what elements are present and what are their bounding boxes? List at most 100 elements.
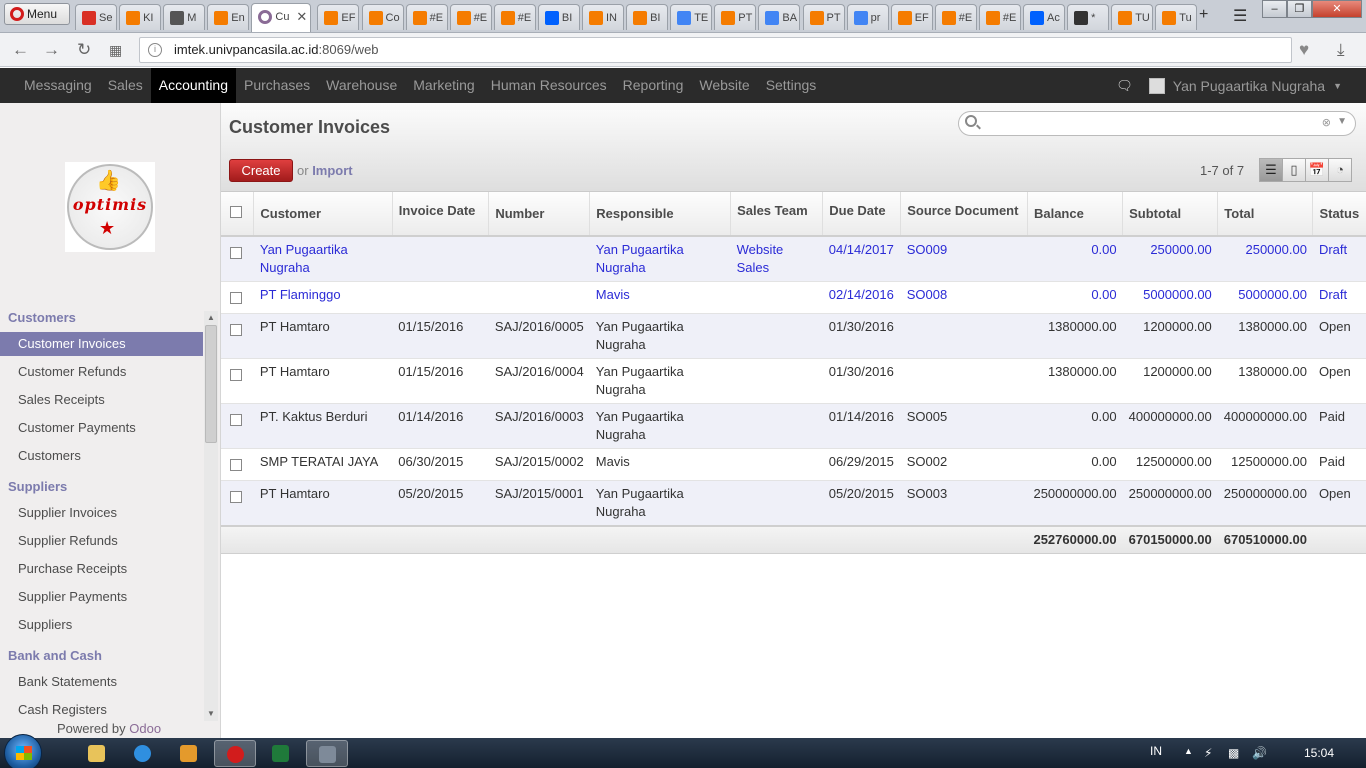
topnav-item-settings[interactable]: Settings	[758, 68, 825, 103]
row-checkbox[interactable]	[230, 292, 242, 304]
browser-tab[interactable]: #E	[934, 4, 977, 30]
tab-menu-icon[interactable]: ☰	[1233, 6, 1247, 26]
topnav-item-accounting[interactable]: Accounting	[150, 68, 237, 103]
browser-tab[interactable]: PT	[714, 4, 757, 30]
col-status[interactable]: Status	[1312, 192, 1366, 237]
browser-tab[interactable]: pr	[846, 4, 889, 30]
search-options-icon[interactable]: ▼	[1337, 116, 1347, 127]
browser-tab[interactable]: #E	[449, 4, 492, 30]
calendar-view-icon[interactable]: 📅	[1305, 158, 1329, 182]
col-number[interactable]: Number	[488, 192, 591, 237]
graph-view-icon[interactable]: ◔	[1328, 158, 1352, 182]
back-icon[interactable]: ←	[12, 40, 29, 60]
tray-expand-icon[interactable]: ▲	[1184, 746, 1193, 756]
select-all-checkbox[interactable]	[230, 206, 242, 218]
browser-tab[interactable]: BI	[626, 4, 669, 30]
table-row[interactable]: PT Hamtaro 05/20/2015 SAJ/2015/0001 Yan Pug…	[221, 480, 1366, 526]
app-task[interactable]	[306, 740, 348, 767]
col-sales-team[interactable]: Sales Team	[730, 192, 824, 237]
col-customer[interactable]: Customer	[253, 192, 393, 237]
browser-tab[interactable]: Co	[361, 4, 404, 30]
col-subtotal[interactable]: Subtotal	[1122, 192, 1219, 237]
table-row[interactable]: Yan Pugaartika Nugraha Yan Pugaartika Nug…	[221, 236, 1366, 282]
clear-search-icon[interactable]: ⊗	[1322, 116, 1331, 129]
pager-value[interactable]: 1-7 of 7	[1200, 163, 1244, 178]
row-checkbox[interactable]	[230, 414, 242, 426]
browser-tab[interactable]: KI	[119, 4, 162, 30]
search-input[interactable]	[983, 114, 1323, 133]
new-tab-icon[interactable]: +	[1199, 6, 1208, 24]
media-player-task[interactable]	[168, 740, 210, 767]
col-due-date[interactable]: Due Date	[822, 192, 902, 237]
odoo-link[interactable]: Odoo	[129, 721, 161, 736]
clock[interactable]: 15:04	[1304, 746, 1334, 760]
excel-task[interactable]	[260, 740, 302, 767]
reload-icon[interactable]: ↻	[77, 40, 91, 60]
language-indicator[interactable]: IN	[1150, 744, 1162, 758]
row-checkbox[interactable]	[230, 491, 242, 503]
browser-tab[interactable]: PT	[802, 4, 845, 30]
speed-dial-icon[interactable]: ▦	[109, 42, 122, 59]
ie-task[interactable]	[122, 740, 164, 767]
sidebar-item-supplier-invoices[interactable]: Supplier Invoices	[0, 501, 203, 525]
sidebar-item-customer-payments[interactable]: Customer Payments	[0, 416, 203, 440]
browser-tab[interactable]: #E	[405, 4, 448, 30]
power-icon[interactable]: ⚡	[1204, 746, 1212, 760]
browser-tab[interactable]: BA	[758, 4, 801, 30]
network-icon[interactable]: ▩	[1228, 746, 1239, 760]
browser-tab[interactable]: BI	[537, 4, 580, 30]
chat-icon[interactable]: 🗨	[1116, 78, 1133, 94]
sidebar-item-customer-refunds[interactable]: Customer Refunds	[0, 360, 203, 384]
sidebar-item-cash-registers[interactable]: Cash Registers	[0, 698, 203, 722]
col-balance[interactable]: Balance	[1027, 192, 1124, 237]
topnav-item-human-resources[interactable]: Human Resources	[483, 68, 615, 103]
browser-tab[interactable]: Se	[75, 4, 117, 30]
forward-icon[interactable]: →	[43, 40, 60, 60]
browser-tab[interactable]: #E	[978, 4, 1021, 30]
browser-tab[interactable]: TE	[670, 4, 713, 30]
table-row[interactable]: SMP TERATAI JAYA 06/30/2015 SAJ/2015/0002 M…	[221, 448, 1366, 481]
browser-tab[interactable]: IN	[582, 4, 624, 30]
create-button[interactable]: Create	[229, 159, 293, 182]
col-total[interactable]: Total	[1217, 192, 1314, 237]
browser-tab[interactable]: Ac	[1023, 4, 1065, 30]
maximize-button[interactable]: ❐	[1287, 0, 1312, 18]
explorer-task[interactable]	[76, 740, 118, 767]
import-link[interactable]: Import	[312, 163, 352, 178]
sidebar-item-supplier-refunds[interactable]: Supplier Refunds	[0, 529, 203, 553]
sidebar-item-sales-receipts[interactable]: Sales Receipts	[0, 388, 203, 412]
browser-tab[interactable]: *	[1067, 4, 1110, 30]
company-logo[interactable]: 👍 optimis ★	[65, 162, 155, 252]
start-button[interactable]	[4, 734, 42, 768]
table-row[interactable]: PT Flaminggo Mavis 02/14/2016 SO008 0.00 5000…	[221, 281, 1366, 314]
browser-tab[interactable]: #E	[493, 4, 536, 30]
list-view-icon[interactable]: ☰	[1259, 158, 1283, 182]
topnav-item-warehouse[interactable]: Warehouse	[318, 68, 405, 103]
topnav-item-website[interactable]: Website	[691, 68, 757, 103]
sidebar-item-supplier-payments[interactable]: Supplier Payments	[0, 585, 203, 609]
form-view-icon[interactable]: ▯	[1282, 158, 1306, 182]
volume-icon[interactable]: 🔊	[1252, 746, 1267, 760]
col-responsible[interactable]: Responsible	[589, 192, 732, 237]
col-invoice-date[interactable]: Invoice Date	[392, 192, 490, 237]
table-row[interactable]: PT Hamtaro 01/15/2016 SAJ/2016/0004 Yan Pug…	[221, 358, 1366, 404]
browser-tab[interactable]: En	[207, 4, 250, 30]
row-checkbox[interactable]	[230, 247, 242, 259]
browser-tab[interactable]: EF	[890, 4, 933, 30]
opera-task[interactable]	[214, 740, 256, 767]
table-row[interactable]: PT Hamtaro 01/15/2016 SAJ/2016/0005 Yan Pug…	[221, 313, 1366, 359]
sidebar-item-customers[interactable]: Customers	[0, 444, 203, 468]
browser-tab[interactable]: EF	[317, 4, 360, 30]
browser-tab[interactable]: M	[163, 4, 206, 30]
close-window-button[interactable]: ✕	[1312, 0, 1362, 18]
user-menu[interactable]: 🗨 Yan Pugaartika Nugraha ▼	[1116, 68, 1342, 103]
browser-tab[interactable]: Tu	[1155, 4, 1198, 30]
close-tab-icon[interactable]: ✕	[296, 9, 307, 25]
row-checkbox[interactable]	[230, 324, 242, 336]
sidebar-scrollbar[interactable]: ▲ ▼	[204, 311, 218, 721]
topnav-item-messaging[interactable]: Messaging	[16, 68, 100, 103]
opera-menu-button[interactable]: Menu	[4, 3, 70, 25]
row-checkbox[interactable]	[230, 459, 242, 471]
sidebar-item-customer-invoices[interactable]: Customer Invoices	[0, 332, 203, 356]
bookmark-heart-icon[interactable]: ♥	[1299, 40, 1309, 60]
